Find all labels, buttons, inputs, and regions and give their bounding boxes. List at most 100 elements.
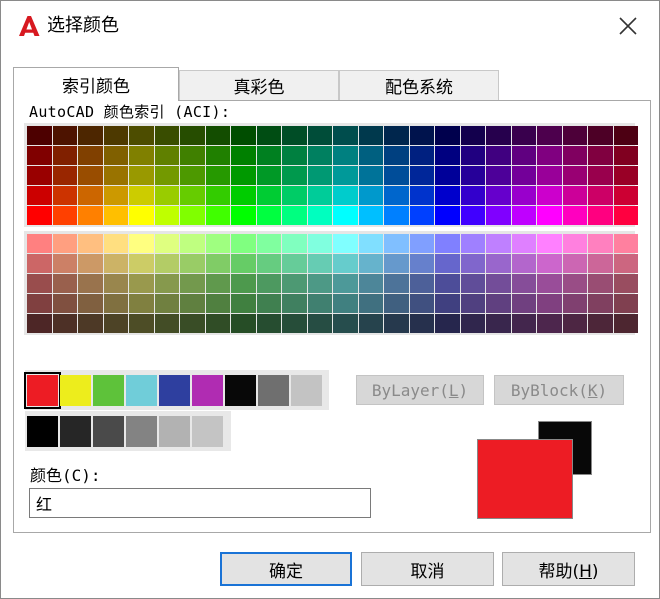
aci-color-cell[interactable]	[435, 126, 460, 145]
aci-color-cell[interactable]	[511, 234, 536, 253]
aci-color-cell[interactable]	[78, 234, 103, 253]
aci-color-cell[interactable]	[78, 146, 103, 165]
aci-color-cell[interactable]	[486, 254, 511, 273]
aci-color-cell[interactable]	[511, 126, 536, 145]
aci-color-cell[interactable]	[129, 254, 154, 273]
aci-color-cell[interactable]	[103, 294, 128, 313]
aci-color-cell[interactable]	[486, 274, 511, 293]
help-button[interactable]: 帮助(H)	[502, 552, 635, 586]
aci-color-cell[interactable]	[256, 126, 281, 145]
aci-color-cell[interactable]	[435, 314, 460, 333]
aci-color-cell[interactable]	[562, 254, 587, 273]
aci-color-cell[interactable]	[103, 166, 128, 185]
tab-color-books[interactable]: 配色系统	[339, 70, 499, 100]
aci-color-cell[interactable]	[307, 314, 332, 333]
color-swatch[interactable]	[60, 415, 91, 447]
aci-color-cell[interactable]	[460, 146, 485, 165]
aci-color-cell[interactable]	[358, 274, 383, 293]
aci-color-cell[interactable]	[282, 314, 307, 333]
aci-color-cell[interactable]	[537, 186, 562, 205]
aci-color-cell[interactable]	[511, 206, 536, 225]
aci-color-cell[interactable]	[613, 234, 638, 253]
aci-color-cell[interactable]	[180, 126, 205, 145]
aci-color-cell[interactable]	[511, 274, 536, 293]
aci-color-cell[interactable]	[537, 146, 562, 165]
aci-color-cell[interactable]	[409, 166, 434, 185]
aci-color-cell[interactable]	[562, 206, 587, 225]
aci-color-cell[interactable]	[205, 294, 230, 313]
aci-color-cell[interactable]	[588, 126, 613, 145]
aci-color-cell[interactable]	[511, 166, 536, 185]
aci-color-cell[interactable]	[613, 206, 638, 225]
aci-color-cell[interactable]	[511, 294, 536, 313]
aci-color-cell[interactable]	[384, 126, 409, 145]
aci-color-cell[interactable]	[460, 274, 485, 293]
aci-color-cell[interactable]	[537, 126, 562, 145]
aci-color-cell[interactable]	[78, 126, 103, 145]
aci-palette-top[interactable]	[27, 126, 638, 225]
aci-color-cell[interactable]	[333, 126, 358, 145]
aci-color-cell[interactable]	[129, 274, 154, 293]
aci-color-cell[interactable]	[231, 206, 256, 225]
aci-color-cell[interactable]	[486, 186, 511, 205]
aci-color-cell[interactable]	[282, 146, 307, 165]
aci-color-cell[interactable]	[358, 146, 383, 165]
aci-color-cell[interactable]	[180, 234, 205, 253]
aci-color-cell[interactable]	[358, 186, 383, 205]
aci-color-cell[interactable]	[78, 254, 103, 273]
aci-color-cell[interactable]	[562, 294, 587, 313]
aci-color-cell[interactable]	[486, 234, 511, 253]
aci-color-cell[interactable]	[307, 146, 332, 165]
aci-color-cell[interactable]	[27, 206, 52, 225]
aci-color-cell[interactable]	[384, 234, 409, 253]
aci-color-cell[interactable]	[435, 146, 460, 165]
aci-color-cell[interactable]	[103, 146, 128, 165]
tab-index-color[interactable]: 索引颜色	[13, 67, 179, 101]
color-swatch[interactable]	[126, 374, 157, 406]
aci-color-cell[interactable]	[588, 186, 613, 205]
aci-color-cell[interactable]	[562, 234, 587, 253]
aci-color-cell[interactable]	[613, 166, 638, 185]
aci-color-cell[interactable]	[52, 234, 77, 253]
aci-color-cell[interactable]	[562, 274, 587, 293]
aci-color-cell[interactable]	[129, 206, 154, 225]
aci-color-cell[interactable]	[52, 166, 77, 185]
aci-color-cell[interactable]	[460, 294, 485, 313]
aci-color-cell[interactable]	[27, 274, 52, 293]
aci-color-cell[interactable]	[129, 294, 154, 313]
aci-color-cell[interactable]	[27, 186, 52, 205]
aci-color-cell[interactable]	[435, 166, 460, 185]
color-swatch[interactable]	[27, 415, 58, 447]
aci-color-cell[interactable]	[129, 166, 154, 185]
aci-color-cell[interactable]	[256, 314, 281, 333]
aci-color-cell[interactable]	[52, 294, 77, 313]
aci-color-cell[interactable]	[282, 294, 307, 313]
color-field[interactable]	[29, 488, 371, 518]
aci-color-cell[interactable]	[537, 294, 562, 313]
aci-color-cell[interactable]	[231, 254, 256, 273]
aci-color-cell[interactable]	[486, 314, 511, 333]
aci-color-cell[interactable]	[409, 294, 434, 313]
aci-color-cell[interactable]	[435, 294, 460, 313]
aci-color-cell[interactable]	[486, 126, 511, 145]
aci-color-cell[interactable]	[282, 234, 307, 253]
aci-color-cell[interactable]	[384, 274, 409, 293]
color-swatch[interactable]	[60, 374, 91, 406]
aci-color-cell[interactable]	[588, 254, 613, 273]
color-swatch[interactable]	[93, 374, 124, 406]
aci-color-cell[interactable]	[78, 206, 103, 225]
aci-color-cell[interactable]	[307, 126, 332, 145]
aci-color-cell[interactable]	[52, 146, 77, 165]
aci-color-cell[interactable]	[358, 206, 383, 225]
aci-color-cell[interactable]	[103, 206, 128, 225]
aci-color-cell[interactable]	[486, 146, 511, 165]
aci-color-cell[interactable]	[588, 166, 613, 185]
aci-color-cell[interactable]	[129, 234, 154, 253]
aci-color-cell[interactable]	[129, 126, 154, 145]
color-swatch[interactable]	[24, 371, 61, 409]
aci-color-cell[interactable]	[435, 206, 460, 225]
aci-color-cell[interactable]	[129, 314, 154, 333]
aci-color-cell[interactable]	[307, 186, 332, 205]
aci-color-cell[interactable]	[409, 274, 434, 293]
aci-color-cell[interactable]	[27, 254, 52, 273]
